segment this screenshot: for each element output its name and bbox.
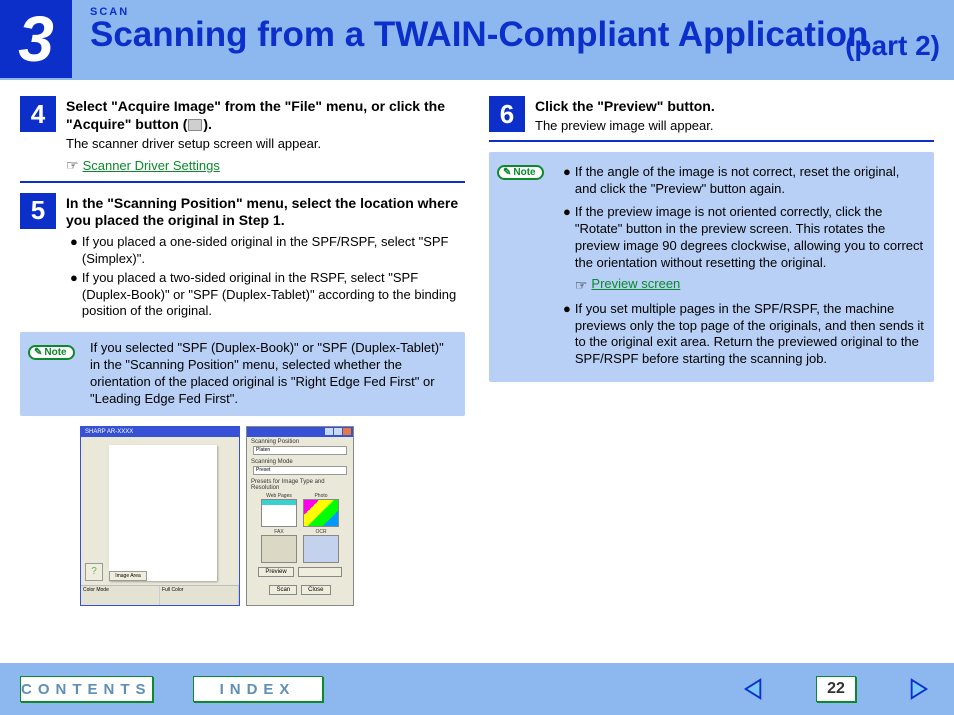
preview-button-thumb: Preview	[258, 567, 293, 577]
note-box-step5: ✎Note If you selected "SPF (Duplex-Book)…	[20, 332, 465, 416]
help-icon: ?	[85, 563, 103, 581]
step-title-part-a: Select "Acquire Image" from the "File" m…	[66, 98, 445, 132]
right-column: 6 Click the "Preview" button. The previe…	[489, 96, 934, 650]
note-bullet: If the angle of the image is not correct…	[575, 164, 924, 198]
step-number: 4	[20, 96, 56, 132]
step-title: In the "Scanning Position" menu, select …	[66, 195, 465, 230]
preview-page-area	[109, 445, 217, 581]
note-bullet: If the preview image is not oriented cor…	[575, 204, 923, 270]
page-body: 4 Select "Acquire Image" from the "File"…	[0, 80, 954, 650]
step-5: 5 In the "Scanning Position" menu, selec…	[20, 193, 465, 322]
scanmode-label: Scanning Mode	[247, 457, 353, 465]
note-badge: ✎Note	[497, 165, 544, 180]
note-bullet: If you set multiple pages in the SPF/RSP…	[575, 301, 924, 369]
image-area-button: Image Area	[109, 571, 147, 581]
step-number: 6	[489, 96, 525, 132]
next-page-arrow[interactable]	[904, 676, 934, 702]
bullet-text: If you placed a two-sided original in th…	[82, 270, 465, 321]
scan-button-thumb: Scan	[269, 585, 297, 595]
header-titles: SCAN Scanning from a TWAIN-Compliant App…	[72, 0, 954, 80]
step-desc: The scanner driver setup screen will app…	[66, 136, 465, 153]
index-button[interactable]: INDEX	[193, 676, 323, 702]
step-4: 4 Select "Acquire Image" from the "File"…	[20, 96, 465, 183]
contents-button[interactable]: CONTENTS	[20, 676, 153, 702]
left-column: 4 Select "Acquire Image" from the "File"…	[20, 96, 465, 650]
prev-page-arrow[interactable]	[738, 676, 768, 702]
divider	[20, 181, 465, 183]
note-badge: ✎Note	[28, 345, 75, 360]
step-desc: The preview image will appear.	[535, 118, 934, 135]
preview-screen-link[interactable]: Preview screen	[591, 276, 680, 293]
scanpos-label: Scanning Position	[247, 437, 353, 445]
step-title: Click the "Preview" button.	[535, 98, 934, 116]
preview-window-thumb: SHARP AR-XXXX ? Image Area Color ModeFul…	[80, 426, 240, 606]
pointer-icon: ☞	[66, 157, 79, 174]
presets-label: Presets for Image Type and Resolution	[247, 477, 353, 491]
part-label: (part 2)	[845, 30, 940, 62]
note-text: If you selected "SPF (Duplex-Book)" or "…	[90, 340, 455, 408]
close-button-thumb: Close	[301, 585, 330, 595]
scanner-driver-settings-link[interactable]: Scanner Driver Settings	[83, 158, 220, 173]
settings-panel-thumb: Scanning Position Platen Scanning Mode P…	[246, 426, 354, 606]
acquire-button-icon	[188, 119, 202, 131]
bullet-text: If you placed a one-sided original in th…	[82, 234, 465, 268]
page-footer: CONTENTS INDEX 22	[0, 663, 954, 715]
page-title: Scanning from a TWAIN-Compliant Applicat…	[90, 16, 954, 55]
note-box-step6: ✎Note ●If the angle of the image is not …	[489, 152, 934, 382]
quick-preview-thumb	[298, 567, 342, 577]
step-title-part-b: ).	[203, 116, 212, 132]
close-icon	[343, 428, 351, 435]
driver-screenshot: SHARP AR-XXXX ? Image Area Color ModeFul…	[80, 426, 465, 606]
pointer-icon: ☞	[575, 276, 588, 294]
step-6: 6 Click the "Preview" button. The previe…	[489, 96, 934, 142]
scanmode-field: Preset	[253, 466, 347, 475]
scanpos-field: Platen	[253, 446, 347, 455]
page-header: 3 SCAN Scanning from a TWAIN-Compliant A…	[0, 0, 954, 80]
step-number: 5	[20, 193, 56, 229]
titlebar: SHARP AR-XXXX	[81, 427, 239, 437]
page-number: 22	[816, 676, 856, 702]
divider	[489, 140, 934, 142]
chapter-number: 3	[0, 0, 72, 78]
